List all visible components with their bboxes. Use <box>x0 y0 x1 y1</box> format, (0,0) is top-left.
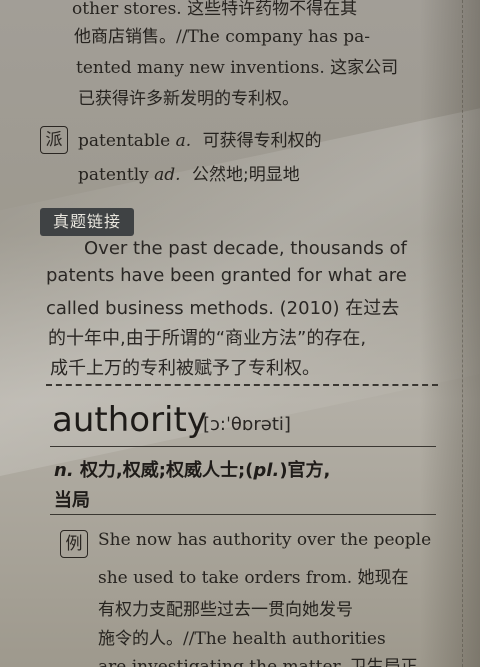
definition-pos: n. <box>54 460 74 481</box>
example2-line-2: she used to take orders from. 她现在 <box>98 568 409 588</box>
derived-meaning2: 公然地;明显地 <box>191 165 300 185</box>
definition-line-2: 当局 <box>54 490 90 511</box>
definition-pl: pl. <box>253 460 280 481</box>
example2-line-1: She now has authority over the people <box>98 530 432 550</box>
definition-text-end: )官方, <box>279 460 331 481</box>
section-divider <box>46 384 438 386</box>
definition-text: 权力,权威;权威人士;( <box>79 460 254 481</box>
example2-line-5: are investigating the matter. 卫生局正 <box>98 657 418 667</box>
exam-link-label: 真题链接 <box>40 208 134 236</box>
example-line-5: 成千上万的专利被赋予了专利权。 <box>50 358 320 379</box>
example-tag-icon: 例 <box>60 530 88 558</box>
definition-line-1: n. 权力,权威;权威人士;(pl.)官方, <box>54 456 330 482</box>
example-line-1: Over the past decade, thousands of <box>84 238 407 259</box>
example-line-2: patents have been granted for what are <box>46 265 407 286</box>
derived-pos: a. <box>175 131 192 151</box>
derived-word2: patently <box>78 165 149 185</box>
entry-headword: authority <box>52 400 207 440</box>
example-line-3: called business methods. (2010) 在过去 <box>46 298 400 319</box>
derived-pos2: ad. <box>154 165 181 185</box>
derived-word-2: patently ad. 公然地;明显地 <box>78 160 300 185</box>
derived-word-1: patentable a. 可获得专利权的 <box>78 126 322 151</box>
top-line-4: 已获得许多新发明的专利权。 <box>78 89 299 109</box>
derived-tag-icon: 派 <box>40 126 68 154</box>
example-line-4: 的十年中,由于所谓的“商业方法”的存在, <box>48 328 367 349</box>
dictionary-page: other stores. 这些特许药物不得在其 他商店销售。//The com… <box>0 0 480 667</box>
top-line-3: tented many new inventions. 这家公司 <box>76 58 399 78</box>
example2-line-4: 施令的人。//The health authorities <box>98 629 386 649</box>
derived-meaning: 可获得专利权的 <box>202 131 322 151</box>
derived-word: patentable <box>78 131 171 151</box>
definition-underline <box>50 514 436 515</box>
page-margin <box>462 0 480 667</box>
headword-underline <box>50 446 436 447</box>
example2-line-3: 有权力支配那些过去一贯向她发号 <box>98 600 353 620</box>
top-line-1: other stores. 这些特许药物不得在其 <box>72 0 358 19</box>
entry-phonetic: [ɔ:ˈθɒrəti] <box>203 414 291 435</box>
top-line-2: 他商店销售。//The company has pa- <box>74 27 371 47</box>
